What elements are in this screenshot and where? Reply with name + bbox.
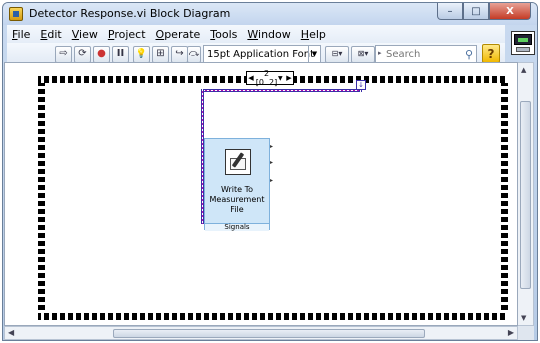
run-button[interactable]: ⇨ xyxy=(55,45,72,63)
menu-operate[interactable]: Operate xyxy=(151,28,206,41)
vertical-scroll-thumb[interactable] xyxy=(520,101,531,289)
retain-wire-values-icon: ⊞ xyxy=(152,45,169,63)
context-help-button[interactable]: ? xyxy=(482,44,500,63)
font-selector[interactable]: 15pt Application Font ▼ xyxy=(203,45,321,63)
menu-help-rest: elp xyxy=(309,27,326,41)
menu-project[interactable]: Project xyxy=(103,28,151,41)
search-dropdown-icon[interactable]: ▸ xyxy=(378,49,382,57)
menu-tools[interactable]: Tools xyxy=(205,28,242,41)
run-continuously-button[interactable]: ⟳ xyxy=(74,45,91,63)
sequence-frame-label: 2 [0..2] xyxy=(255,69,278,87)
run-arrow-icon: ⇨ xyxy=(55,45,72,63)
increment-arrow-icon[interactable]: ▶ xyxy=(285,74,293,82)
step-over-icon: ⤼ xyxy=(187,45,201,63)
sequence-film-border-left xyxy=(38,83,45,313)
menu-help[interactable]: Help xyxy=(296,28,331,41)
search-icon[interactable]: ⚲ xyxy=(465,48,473,61)
scroll-left-arrow-icon[interactable]: ◀ xyxy=(8,328,14,337)
pause-icon: II xyxy=(112,45,129,63)
labview-app-icon xyxy=(9,7,23,21)
signals-input-terminal[interactable]: Signals xyxy=(205,223,269,231)
decrement-arrow-icon[interactable]: ◀ xyxy=(247,74,255,82)
stacked-sequence-structure[interactable] xyxy=(38,76,508,320)
menu-window-mnemonic: W xyxy=(247,27,259,41)
abort-button[interactable]: ● xyxy=(93,45,110,63)
step-over-button[interactable]: ⤼ xyxy=(187,45,201,63)
horizontal-scrollbar[interactable]: ◀ ▶ xyxy=(4,326,518,340)
output-terminal-1[interactable]: ▸ xyxy=(270,143,273,150)
minimize-button[interactable]: – xyxy=(437,3,463,20)
scroll-down-arrow-icon[interactable]: ▼ xyxy=(521,314,526,322)
pause-button[interactable]: II xyxy=(112,45,129,63)
menu-operate-rest: perate xyxy=(164,27,201,41)
menu-help-mnemonic: H xyxy=(300,27,310,41)
retain-wire-values-button[interactable]: ⊞ xyxy=(152,45,169,63)
vi-icon[interactable] xyxy=(511,31,535,55)
maximize-button[interactable]: □ xyxy=(463,3,489,20)
output-terminal-2[interactable]: ▸ xyxy=(270,159,273,166)
font-selector-label: 15pt Application Font xyxy=(207,48,314,60)
vi-icon-base xyxy=(516,47,530,52)
menu-operate-mnemonic: O xyxy=(155,27,165,41)
express-vi-name-line-1: Write To xyxy=(220,185,254,194)
write-to-measurement-file-express-vi[interactable]: ▸ ▸ ▸ Write To Measurement File Signals xyxy=(204,138,273,231)
window-title: Detector Response.vi Block Diagram xyxy=(29,7,231,20)
title-bar[interactable]: Detector Response.vi Block Diagram – □ X xyxy=(3,3,537,25)
sequence-film-border-right xyxy=(501,83,508,313)
search-box: ▸ ⚲ xyxy=(375,45,477,63)
menu-file-rest: ile xyxy=(17,27,31,41)
sequence-frame-selector[interactable]: ◀ 2 [0..2] ▼ ▶ xyxy=(246,69,294,87)
run-continuously-icon: ⟳ xyxy=(74,45,91,63)
menu-edit-rest: dit xyxy=(47,27,62,41)
menu-project-rest: roject xyxy=(114,27,146,41)
highlight-execution-button[interactable]: 💡 xyxy=(133,45,150,63)
align-objects-icon: ⊟▾ xyxy=(325,45,349,63)
dynamic-data-wire-top[interactable] xyxy=(203,89,361,92)
horizontal-scroll-thumb[interactable] xyxy=(113,329,425,338)
express-vi-name-line-2: Measurement xyxy=(209,195,265,204)
window-controls: – □ X xyxy=(437,3,531,21)
distribute-objects-icon: ⊠▾ xyxy=(351,45,375,63)
align-objects-button[interactable]: ⊟▾ xyxy=(325,45,349,63)
vertical-scrollbar[interactable]: ▲ ▼ xyxy=(518,62,534,326)
scroll-up-arrow-icon[interactable]: ▲ xyxy=(521,66,526,74)
menu-bar: File Edit View Project Operate Tools Win… xyxy=(7,25,505,43)
sequence-local-terminal[interactable]: ↓ xyxy=(356,80,366,90)
menu-window[interactable]: Window xyxy=(242,28,295,41)
menu-view-rest: iew xyxy=(79,27,98,41)
menu-window-rest: indow xyxy=(258,27,291,41)
step-into-button[interactable]: ↪ xyxy=(171,45,188,63)
express-vi-name: Write To Measurement File xyxy=(205,185,269,215)
highlight-execution-icon: 💡 xyxy=(133,45,150,63)
search-input[interactable] xyxy=(386,47,466,61)
chevron-down-icon: ▼ xyxy=(308,46,320,62)
menu-view[interactable]: View xyxy=(67,28,103,41)
menu-view-mnemonic: V xyxy=(71,27,80,41)
abort-icon: ● xyxy=(93,45,110,63)
step-into-icon: ↪ xyxy=(171,45,188,63)
express-vi-name-line-3: File xyxy=(230,205,244,214)
distribute-objects-button[interactable]: ⊠▾ xyxy=(351,45,375,63)
write-file-icon xyxy=(225,149,251,175)
scrollbar-corner xyxy=(518,326,534,340)
close-button[interactable]: X xyxy=(489,3,531,20)
scroll-right-arrow-icon[interactable]: ▶ xyxy=(508,328,514,337)
menu-tools-rest: ools xyxy=(215,27,238,41)
chevron-down-icon[interactable]: ▼ xyxy=(278,75,285,82)
menu-file[interactable]: File xyxy=(7,28,35,41)
menu-edit[interactable]: Edit xyxy=(35,28,66,41)
output-terminal-3[interactable]: ▸ xyxy=(270,177,273,184)
vi-icon-screen xyxy=(514,34,532,45)
